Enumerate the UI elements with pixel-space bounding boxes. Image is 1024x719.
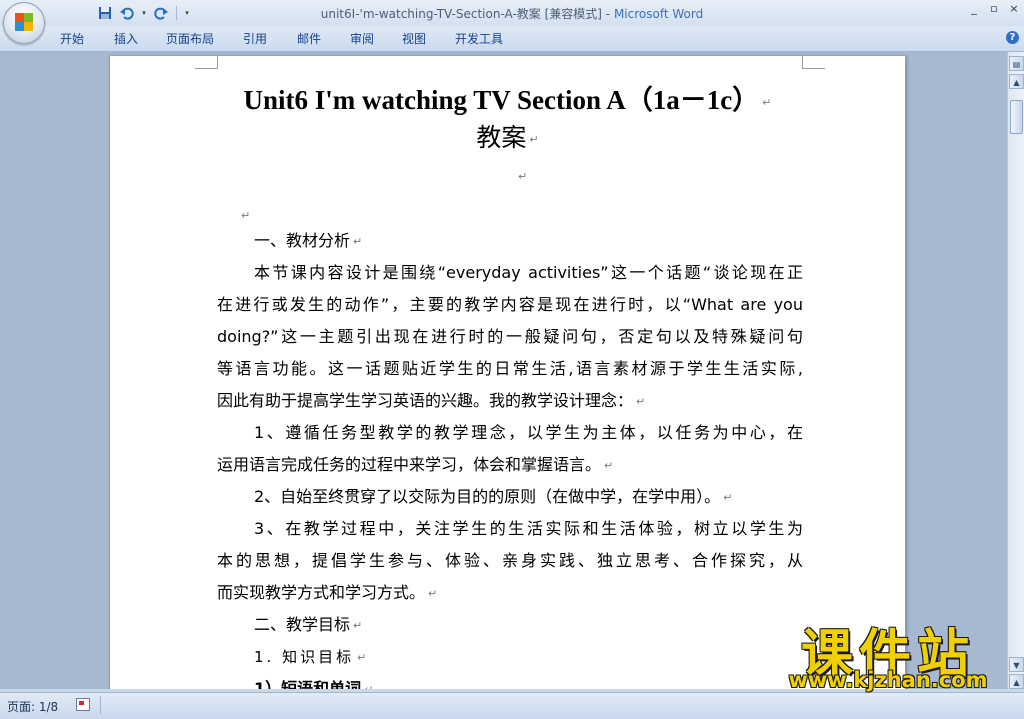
page-counter[interactable]: 页面: 1/8 bbox=[7, 698, 58, 715]
body-line: 本的思想，提倡学生参与、体验、亲身实践、独立思考、合作探究，从 bbox=[217, 551, 803, 570]
tab-references[interactable]: 引用 bbox=[243, 30, 267, 47]
body-line: 1、遵循任务型教学的教学理念，以学生为主体，以任务为中心，在 bbox=[254, 423, 803, 442]
body-line: 3、在教学过程中，关注学生的生活实际和生活体验，树立以学生为 bbox=[254, 519, 803, 538]
scroll-up-icon[interactable]: ▲ bbox=[1009, 74, 1024, 89]
document-body: 一、教材分析 ↵ 本节课内容设计是围绕“everyday activities”这… bbox=[217, 225, 803, 692]
body-line: 在进行或发生的动作”，主要的教学内容是现在进行时，以“What are you bbox=[217, 295, 803, 314]
title-bar: ▾ ▾ unit6I-'m-watching-TV-Section-A-教案 [… bbox=[0, 0, 1024, 26]
body-line: 本节课内容设计是围绕“everyday activities”这一个话题“谈论现… bbox=[254, 263, 803, 282]
subheading-knowledge: 1. 知识目标 ↵ bbox=[254, 648, 370, 666]
window-controls: _ ▫ × bbox=[968, 2, 1020, 15]
status-bar: 页面: 1/8 bbox=[0, 692, 1024, 719]
document-subtitle: 教案 ↵ bbox=[110, 118, 905, 154]
previous-page-icon[interactable]: ▲ bbox=[1009, 674, 1024, 689]
document-page[interactable]: Unit6 I'm watching TV Section A（1a－1c） ↵ … bbox=[109, 56, 906, 692]
scroll-thumb[interactable] bbox=[1010, 100, 1023, 134]
tab-insert[interactable]: 插入 bbox=[114, 30, 138, 47]
body-line: 运用语言完成任务的过程中来学习，体会和掌握语言。 ↵ bbox=[217, 455, 614, 474]
title-line-2: 教案 bbox=[476, 123, 527, 152]
paragraph-mark: ↵ bbox=[241, 209, 251, 222]
body-line: 等语言功能。这一话题贴近学生的日常生活,语言素材源于学生生活实际, bbox=[217, 359, 803, 378]
ruler-toggle-icon[interactable]: ▤ bbox=[1009, 56, 1024, 71]
office-button[interactable] bbox=[3, 2, 45, 44]
ribbon-tabs: 开始 插入 页面布局 引用 邮件 审阅 视图 开发工具 ? bbox=[0, 26, 1024, 52]
status-separator bbox=[100, 696, 101, 714]
section-heading-1: 一、教材分析 ↵ bbox=[254, 231, 363, 250]
vertical-scrollbar[interactable]: ▤ ▲ ▼ ▲ bbox=[1007, 52, 1024, 692]
tab-review[interactable]: 审阅 bbox=[350, 30, 374, 47]
crop-mark bbox=[802, 56, 825, 69]
office-logo-icon bbox=[15, 13, 33, 31]
title-line-1: Unit6 I'm watching TV Section A（1a－1c） bbox=[243, 85, 760, 115]
watermark-url: www.kjzhan.com bbox=[788, 668, 988, 692]
document-name: unit6I-'m-watching-TV-Section-A-教案 [兼容模式… bbox=[320, 7, 614, 21]
tab-mailings[interactable]: 邮件 bbox=[297, 30, 321, 47]
document-workspace: Unit6 I'm watching TV Section A（1a－1c） ↵ … bbox=[0, 52, 1007, 692]
proofing-icon[interactable] bbox=[76, 698, 90, 711]
tab-view[interactable]: 视图 bbox=[402, 30, 426, 47]
watermark: 课件站 www.kjzhan.com bbox=[770, 612, 1006, 694]
scroll-down-icon[interactable]: ▼ bbox=[1009, 657, 1024, 672]
body-line: doing?”这一主题引出现在进行时的一般疑问句，否定句以及特殊疑问句 bbox=[217, 327, 803, 346]
body-line: 因此有助于提高学生学习英语的兴趣。我的教学设计理念： ↵ bbox=[217, 391, 646, 410]
minimize-icon[interactable]: _ bbox=[968, 2, 980, 15]
paragraph-mark: ↵ bbox=[762, 97, 772, 110]
paragraph-mark: ↵ bbox=[529, 132, 539, 146]
tab-developer[interactable]: 开发工具 bbox=[455, 30, 503, 47]
section-heading-2: 二、教学目标 ↵ bbox=[254, 615, 363, 634]
help-icon[interactable]: ? bbox=[1006, 31, 1019, 44]
body-line: 而实现教学方式和学习方式。 ↵ bbox=[217, 583, 438, 602]
tab-home[interactable]: 开始 bbox=[60, 30, 84, 47]
document-title: Unit6 I'm watching TV Section A（1a－1c） ↵ bbox=[110, 78, 905, 117]
tab-page-layout[interactable]: 页面布局 bbox=[166, 30, 214, 47]
close-icon[interactable]: × bbox=[1008, 2, 1020, 15]
restore-icon[interactable]: ▫ bbox=[988, 2, 1000, 15]
body-line: 2、自始至终贯穿了以交际为目的的原则（在做中学，在学中用）。 ↵ bbox=[254, 487, 733, 506]
app-name: Microsoft Word bbox=[613, 7, 704, 21]
window-title: unit6I-'m-watching-TV-Section-A-教案 [兼容模式… bbox=[0, 5, 1024, 22]
crop-mark bbox=[195, 56, 218, 69]
paragraph-mark: ↵ bbox=[518, 170, 528, 183]
